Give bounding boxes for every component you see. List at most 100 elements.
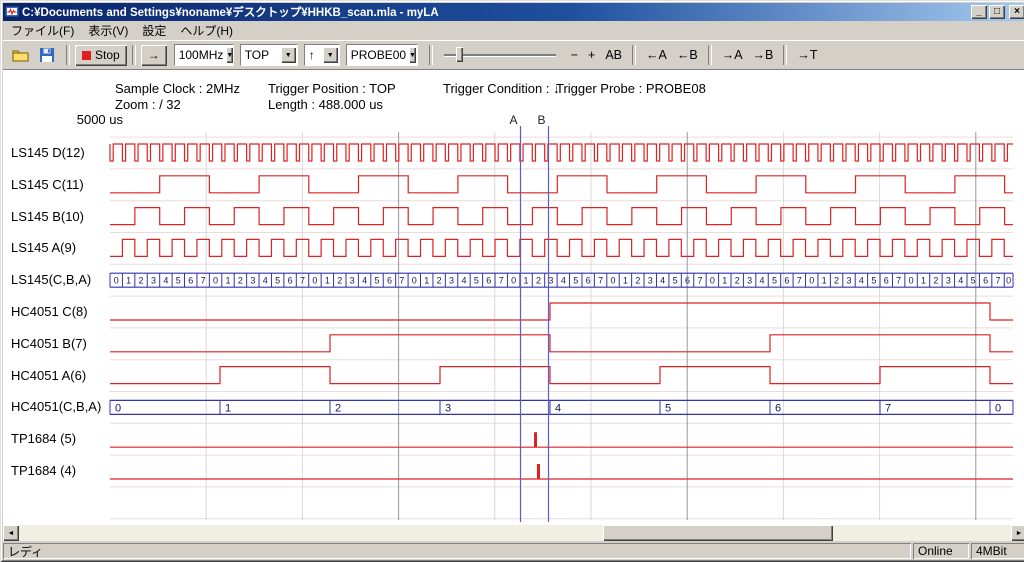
open-folder-icon — [12, 48, 30, 62]
goto-b-left-button[interactable]: ←B — [673, 45, 702, 65]
chevron-down-icon[interactable]: ▼ — [226, 47, 233, 63]
svg-text:2: 2 — [335, 402, 341, 414]
svg-text:3: 3 — [445, 402, 451, 414]
svg-text:1: 1 — [921, 275, 926, 285]
svg-text:3: 3 — [747, 275, 752, 285]
svg-text:4: 4 — [362, 275, 367, 285]
chevron-down-icon[interactable]: ▼ — [409, 47, 416, 63]
zoom-slider[interactable] — [444, 45, 556, 65]
menu-file[interactable]: ファイル(F) — [4, 20, 81, 41]
svg-text:3: 3 — [350, 275, 355, 285]
svg-text:5: 5 — [176, 275, 181, 285]
zoom-in-button[interactable]: + — [584, 45, 599, 65]
scroll-left-icon: ◄ — [8, 530, 15, 537]
svg-text:6: 6 — [983, 275, 988, 285]
goto-trigger-button[interactable]: →T — [793, 45, 821, 65]
sample-clock-select[interactable]: 100MHz ▼ — [174, 44, 234, 66]
sample-clock-value: 100MHz — [175, 48, 227, 62]
window-title: C:¥Documents and Settings¥noname¥デスクトップ¥… — [22, 4, 968, 20]
zoom-slider-handle[interactable] — [456, 47, 463, 62]
svg-text:2: 2 — [635, 275, 640, 285]
menu-help[interactable]: ヘルプ(H) — [173, 20, 240, 41]
ab-button[interactable]: AB — [601, 45, 626, 65]
svg-text:0: 0 — [312, 275, 317, 285]
svg-text:7: 7 — [697, 275, 702, 285]
chevron-down-icon[interactable]: ▼ — [323, 47, 338, 63]
run-button[interactable]: → — [141, 45, 167, 66]
svg-text:4: 4 — [958, 275, 963, 285]
waveform-plot[interactable]: 0123456701234567012345670123456701234567… — [3, 70, 1021, 523]
svg-text:2: 2 — [337, 275, 342, 285]
stop-button[interactable]: Stop — [75, 45, 127, 66]
svg-text:5: 5 — [573, 275, 578, 285]
goto-a-left-button[interactable]: ←A — [642, 45, 671, 65]
scroll-left-button[interactable]: ◄ — [3, 525, 19, 541]
svg-text:7: 7 — [300, 275, 305, 285]
svg-text:5: 5 — [375, 275, 380, 285]
svg-text:6: 6 — [188, 275, 193, 285]
stop-label: Stop — [95, 48, 120, 62]
svg-text:2: 2 — [238, 275, 243, 285]
trigger-probe-select[interactable]: PROBE00 ▼ — [346, 44, 418, 66]
svg-text:5: 5 — [772, 275, 777, 285]
status-online: Online — [913, 543, 969, 559]
svg-text:2: 2 — [437, 275, 442, 285]
svg-text:0: 0 — [511, 275, 516, 285]
zoom-out-button[interactable]: − — [567, 45, 582, 65]
svg-text:4: 4 — [760, 275, 765, 285]
toolbar-separator — [708, 45, 712, 65]
menubar: ファイル(F) 表示(V) 設定 ヘルプ(H) — [3, 21, 1024, 40]
minimize-button[interactable]: _ — [971, 5, 987, 19]
trigger-edge-value: ↑ — [305, 48, 323, 62]
scroll-right-button[interactable]: ► — [1011, 525, 1024, 541]
svg-text:6: 6 — [586, 275, 591, 285]
scroll-thumb[interactable] — [603, 525, 833, 541]
titlebar[interactable]: C:¥Documents and Settings¥noname¥デスクトップ¥… — [3, 3, 1024, 21]
trigger-position-select[interactable]: TOP ▼ — [240, 44, 298, 66]
svg-text:1: 1 — [424, 275, 429, 285]
svg-text:6: 6 — [685, 275, 690, 285]
svg-text:4: 4 — [163, 275, 168, 285]
svg-text:4: 4 — [859, 275, 864, 285]
statusbar: レディ Online 4MBit — [3, 543, 1024, 559]
toolbar-separator — [632, 45, 636, 65]
svg-text:0: 0 — [1006, 275, 1011, 285]
svg-text:3: 3 — [250, 275, 255, 285]
svg-text:B: B — [537, 113, 545, 127]
svg-text:0: 0 — [909, 275, 914, 285]
svg-text:7: 7 — [201, 275, 206, 285]
svg-text:0: 0 — [412, 275, 417, 285]
svg-text:0: 0 — [611, 275, 616, 285]
svg-text:4: 4 — [555, 402, 561, 414]
save-button[interactable] — [35, 44, 59, 66]
goto-a-right-button[interactable]: →A — [718, 45, 747, 65]
svg-text:6: 6 — [387, 275, 392, 285]
minimize-icon: _ — [976, 7, 982, 17]
svg-text:2: 2 — [933, 275, 938, 285]
svg-text:4: 4 — [263, 275, 268, 285]
maximize-icon: □ — [994, 7, 1000, 17]
scroll-track[interactable] — [19, 525, 1011, 541]
svg-text:2: 2 — [536, 275, 541, 285]
scroll-right-icon: ► — [1016, 530, 1023, 537]
goto-b-right-button[interactable]: →B — [749, 45, 778, 65]
chevron-down-icon[interactable]: ▼ — [281, 47, 296, 63]
close-button[interactable]: × — [1009, 5, 1024, 19]
trigger-edge-select[interactable]: ↑ ▼ — [304, 44, 340, 66]
svg-text:0: 0 — [710, 275, 715, 285]
svg-text:0: 0 — [213, 275, 218, 285]
svg-text:1: 1 — [126, 275, 131, 285]
svg-text:0: 0 — [995, 402, 1001, 414]
svg-text:7: 7 — [885, 402, 891, 414]
maximize-button[interactable]: □ — [989, 5, 1005, 19]
open-button[interactable] — [9, 44, 33, 66]
svg-text:0: 0 — [114, 275, 119, 285]
horizontal-scrollbar[interactable]: ◄ ► — [3, 525, 1024, 541]
svg-text:5: 5 — [871, 275, 876, 285]
close-icon: × — [1014, 7, 1020, 17]
menu-view[interactable]: 表示(V) — [81, 20, 135, 41]
svg-text:1: 1 — [822, 275, 827, 285]
svg-text:7: 7 — [996, 275, 1001, 285]
svg-text:2: 2 — [139, 275, 144, 285]
menu-settings[interactable]: 設定 — [135, 20, 173, 41]
